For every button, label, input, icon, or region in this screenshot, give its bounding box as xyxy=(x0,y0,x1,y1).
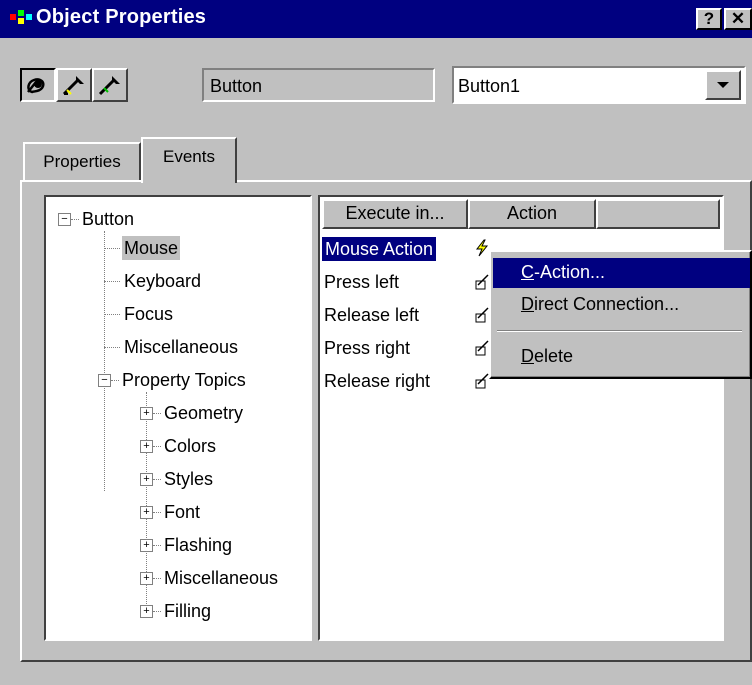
pipette-icon xyxy=(62,76,84,96)
menu-item-direct-connection-label: irect Connection... xyxy=(534,294,680,314)
menu-item-direct-connection[interactable]: Direct Connection... xyxy=(493,290,750,320)
pin-button[interactable] xyxy=(20,68,56,102)
menu-item-direct-connection-accel: D xyxy=(521,294,534,314)
no-action-icon xyxy=(475,340,489,356)
object-name-value: Button1 xyxy=(458,76,521,96)
app-icon xyxy=(10,10,32,24)
no-action-icon xyxy=(475,373,489,389)
object-name-combo[interactable]: Button1 xyxy=(452,66,746,104)
expand-toggle[interactable]: + xyxy=(140,605,153,618)
c-action-icon xyxy=(475,239,489,257)
tree-item-font[interactable]: Font xyxy=(164,500,200,524)
chevron-down-icon xyxy=(717,82,729,88)
combo-dropdown-button[interactable] xyxy=(705,70,741,100)
menu-item-delete[interactable]: Delete xyxy=(493,342,750,372)
pipette-alt-icon xyxy=(98,76,120,96)
tree-item-filling[interactable]: Filling xyxy=(164,599,211,623)
column-header-empty xyxy=(596,199,720,229)
no-action-icon xyxy=(475,274,489,290)
pipette-alt-button[interactable] xyxy=(92,68,128,102)
pin-icon xyxy=(27,78,45,94)
expand-toggle[interactable]: + xyxy=(140,506,153,519)
object-type-value: Button xyxy=(210,76,263,96)
object-type-field: Button xyxy=(202,68,435,102)
event-row-press-right[interactable]: Press right xyxy=(324,336,410,360)
window-title: Object Properties xyxy=(36,6,207,28)
expand-toggle[interactable]: + xyxy=(140,440,153,453)
event-tree[interactable]: − Button Mouse Keyboard Focus Miscellane… xyxy=(44,195,312,641)
tree-item-property-topics[interactable]: Property Topics xyxy=(122,368,246,392)
pipette-button[interactable] xyxy=(56,68,92,102)
tab-events[interactable]: Events xyxy=(141,137,237,183)
help-button[interactable]: ? xyxy=(696,8,722,30)
tab-properties[interactable]: Properties xyxy=(23,142,141,180)
menu-separator xyxy=(497,330,742,332)
event-row-release-right[interactable]: Release right xyxy=(324,369,430,393)
tree-item-miscellaneous[interactable]: Miscellaneous xyxy=(124,335,238,359)
menu-item-c-action-accel: C xyxy=(521,262,534,282)
close-button[interactable]: ✕ xyxy=(724,8,752,30)
column-header-execute[interactable]: Execute in... xyxy=(322,199,468,229)
title-bar[interactable]: Object Properties ? ✕ xyxy=(0,0,752,38)
event-row-mouse-action[interactable]: Mouse Action xyxy=(322,237,437,261)
column-header-action[interactable]: Action xyxy=(468,199,596,229)
menu-item-c-action[interactable]: C-Action... xyxy=(493,258,750,288)
tree-item-miscellaneous-topic[interactable]: Miscellaneous xyxy=(164,566,278,590)
no-action-icon xyxy=(475,307,489,323)
collapse-toggle[interactable]: − xyxy=(98,374,111,387)
menu-item-c-action-label: -Action... xyxy=(534,262,606,282)
tree-item-mouse[interactable]: Mouse xyxy=(122,236,181,260)
menu-item-delete-accel: D xyxy=(521,346,534,366)
tree-item-button[interactable]: Button xyxy=(82,207,134,231)
expand-toggle[interactable]: + xyxy=(140,539,153,552)
tree-item-focus[interactable]: Focus xyxy=(124,302,173,326)
tree-item-keyboard[interactable]: Keyboard xyxy=(124,269,201,293)
collapse-toggle[interactable]: − xyxy=(58,213,71,226)
context-menu[interactable]: C-Action... Direct Connection... Delete xyxy=(489,250,752,379)
event-row-release-left[interactable]: Release left xyxy=(324,303,419,327)
tree-item-geometry[interactable]: Geometry xyxy=(164,401,243,425)
tree-item-styles[interactable]: Styles xyxy=(164,467,213,491)
tree-item-colors[interactable]: Colors xyxy=(164,434,216,458)
event-row-press-left[interactable]: Press left xyxy=(324,270,399,294)
menu-item-delete-label: elete xyxy=(534,346,574,366)
expand-toggle[interactable]: + xyxy=(140,473,153,486)
expand-toggle[interactable]: + xyxy=(140,407,153,420)
expand-toggle[interactable]: + xyxy=(140,572,153,585)
tree-item-flashing[interactable]: Flashing xyxy=(164,533,232,557)
